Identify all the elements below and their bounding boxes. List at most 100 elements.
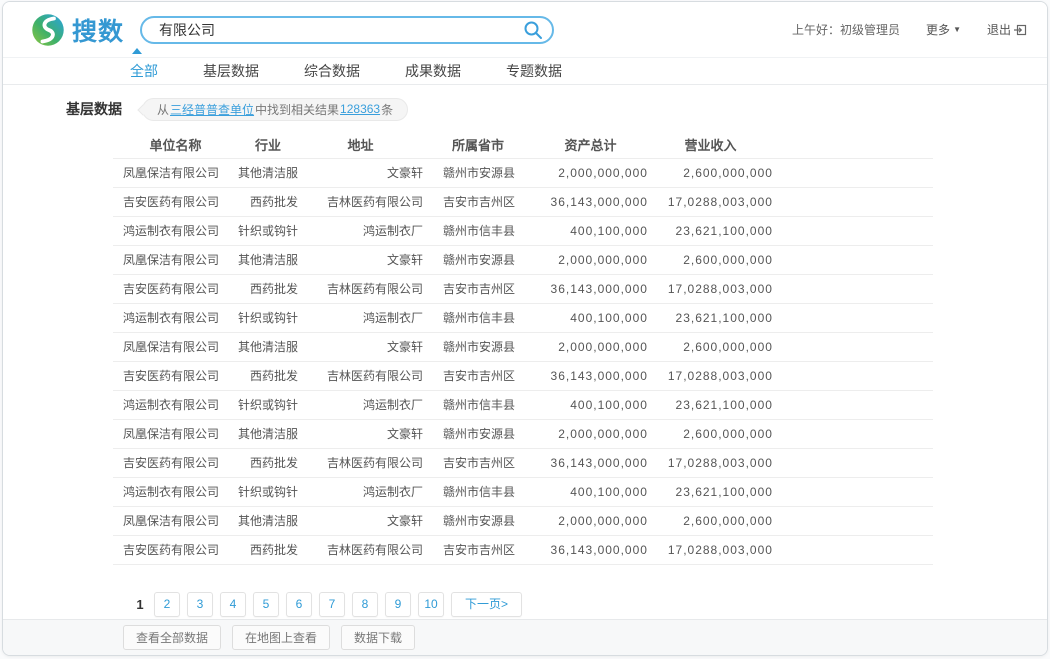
cell-address: 吉林医药有限公司 [298, 187, 423, 216]
cell-address: 鸿运制衣厂 [298, 477, 423, 506]
app-window: 搜数 上午好：初级管理员 更多 ▼ 退出 [2, 1, 1048, 656]
page-button-8[interactable]: 8 [352, 592, 378, 617]
cell-revenue: 17,0288,003,000 [648, 448, 773, 477]
cell-assets: 400,100,000 [533, 216, 648, 245]
cell-address: 鸿运制衣厂 [298, 303, 423, 332]
table-row[interactable]: 鸿运制衣有限公司针织或钩针鸿运制衣厂赣州市信丰县400,100,00023,62… [113, 216, 933, 245]
results-table: 单位名称行业地址所属省市资产总计营业收入 凤凰保洁有限公司其他清洁服文豪轩赣州市… [113, 131, 933, 565]
cell-unit-name: 凤凰保洁有限公司 [113, 245, 238, 274]
page-button-10[interactable]: 10 [418, 592, 444, 617]
page-button-7[interactable]: 7 [319, 592, 345, 617]
table-row[interactable]: 鸿运制衣有限公司针织或钩针鸿运制衣厂赣州市信丰县400,100,00023,62… [113, 303, 933, 332]
result-count-link[interactable]: 128363 [340, 102, 380, 116]
cell-industry: 西药批发 [238, 274, 298, 303]
cell-industry: 其他清洁服 [238, 158, 298, 187]
table-header-row: 单位名称行业地址所属省市资产总计营业收入 [113, 131, 933, 158]
results-table-body: 凤凰保洁有限公司其他清洁服文豪轩赣州市安源县2,000,000,0002,600… [113, 158, 933, 564]
table-row[interactable]: 鸿运制衣有限公司针织或钩针鸿运制衣厂赣州市信丰县400,100,00023,62… [113, 390, 933, 419]
cell-filler [773, 158, 933, 187]
table-row[interactable]: 凤凰保洁有限公司其他清洁服文豪轩赣州市安源县2,000,000,0002,600… [113, 419, 933, 448]
cell-region: 吉安市吉州区 [423, 448, 533, 477]
logout-icon [1014, 24, 1027, 36]
cell-address: 吉林医药有限公司 [298, 361, 423, 390]
header: 搜数 上午好：初级管理员 更多 ▼ 退出 [3, 2, 1047, 57]
page-button-9[interactable]: 9 [385, 592, 411, 617]
search-button[interactable] [523, 20, 543, 40]
cell-region: 赣州市信丰县 [423, 477, 533, 506]
cell-unit-name: 鸿运制衣有限公司 [113, 477, 238, 506]
cell-filler [773, 274, 933, 303]
cell-assets: 36,143,000,000 [533, 448, 648, 477]
cell-revenue: 17,0288,003,000 [648, 187, 773, 216]
next-page-button[interactable]: 下一页> [451, 592, 522, 617]
current-page: 1 [133, 597, 147, 612]
source-link[interactable]: 三经普普查单位 [170, 101, 254, 118]
cell-assets: 2,000,000,000 [533, 506, 648, 535]
table-row[interactable]: 吉安医药有限公司西药批发吉林医药有限公司吉安市吉州区36,143,000,000… [113, 361, 933, 390]
table-row[interactable]: 凤凰保洁有限公司其他清洁服文豪轩赣州市安源县2,000,000,0002,600… [113, 506, 933, 535]
result-summary: 从 三经普普查单位 中找到相关结果 128363 条 [142, 98, 408, 121]
footer-button-1[interactable]: 在地图上查看 [232, 625, 330, 650]
column-header: 地址 [298, 131, 423, 158]
cell-industry: 其他清洁服 [238, 506, 298, 535]
cell-region: 赣州市安源县 [423, 332, 533, 361]
cell-unit-name: 鸿运制衣有限公司 [113, 216, 238, 245]
chevron-down-icon: ▼ [953, 25, 961, 34]
cell-filler [773, 361, 933, 390]
page-button-5[interactable]: 5 [253, 592, 279, 617]
column-header: 所属省市 [423, 131, 533, 158]
tab-4[interactable]: 专题数据 [506, 57, 562, 85]
cell-revenue: 23,621,100,000 [648, 303, 773, 332]
cell-unit-name: 鸿运制衣有限公司 [113, 390, 238, 419]
table-row[interactable]: 吉安医药有限公司西药批发吉林医药有限公司吉安市吉州区36,143,000,000… [113, 274, 933, 303]
cell-filler [773, 390, 933, 419]
cell-unit-name: 凤凰保洁有限公司 [113, 419, 238, 448]
search-input[interactable] [140, 16, 554, 44]
cell-address: 鸿运制衣厂 [298, 390, 423, 419]
result-suffix: 条 [381, 101, 393, 118]
cell-filler [773, 216, 933, 245]
page-button-3[interactable]: 3 [187, 592, 213, 617]
page-button-4[interactable]: 4 [220, 592, 246, 617]
cell-region: 吉安市吉州区 [423, 361, 533, 390]
logo[interactable]: 搜数 [31, 12, 124, 48]
cell-unit-name: 吉安医药有限公司 [113, 274, 238, 303]
tab-1[interactable]: 基层数据 [203, 57, 259, 85]
cell-unit-name: 吉安医药有限公司 [113, 187, 238, 216]
cell-address: 吉林医药有限公司 [298, 274, 423, 303]
table-row[interactable]: 吉安医药有限公司西药批发吉林医药有限公司吉安市吉州区36,143,000,000… [113, 535, 933, 564]
table-row[interactable]: 凤凰保洁有限公司其他清洁服文豪轩赣州市安源县2,000,000,0002,600… [113, 332, 933, 361]
footer-button-2[interactable]: 数据下载 [341, 625, 415, 650]
cell-industry: 针织或钩针 [238, 477, 298, 506]
page-button-2[interactable]: 2 [154, 592, 180, 617]
page-button-6[interactable]: 6 [286, 592, 312, 617]
pill-notch [137, 104, 148, 115]
tab-2[interactable]: 综合数据 [304, 57, 360, 85]
footer-button-0[interactable]: 查看全部数据 [123, 625, 221, 650]
cell-address: 文豪轩 [298, 245, 423, 274]
cell-revenue: 23,621,100,000 [648, 390, 773, 419]
cell-unit-name: 吉安医药有限公司 [113, 448, 238, 477]
more-button[interactable]: 更多 ▼ [926, 21, 961, 38]
cell-assets: 2,000,000,000 [533, 419, 648, 448]
cell-revenue: 2,600,000,000 [648, 506, 773, 535]
cell-region: 赣州市信丰县 [423, 303, 533, 332]
table-row[interactable]: 凤凰保洁有限公司其他清洁服文豪轩赣州市安源县2,000,000,0002,600… [113, 158, 933, 187]
table-row[interactable]: 鸿运制衣有限公司针织或钩针鸿运制衣厂赣州市信丰县400,100,00023,62… [113, 477, 933, 506]
cell-industry: 其他清洁服 [238, 332, 298, 361]
cell-industry: 西药批发 [238, 187, 298, 216]
cell-industry: 西药批发 [238, 448, 298, 477]
result-prefix: 从 [157, 101, 169, 118]
table-row[interactable]: 吉安医药有限公司西药批发吉林医药有限公司吉安市吉州区36,143,000,000… [113, 187, 933, 216]
cell-industry: 针织或钩针 [238, 390, 298, 419]
table-row[interactable]: 吉安医药有限公司西药批发吉林医药有限公司吉安市吉州区36,143,000,000… [113, 448, 933, 477]
cell-assets: 36,143,000,000 [533, 535, 648, 564]
tab-0[interactable]: 全部 [130, 57, 158, 85]
cell-address: 吉林医药有限公司 [298, 448, 423, 477]
tab-3[interactable]: 成果数据 [405, 57, 461, 85]
cell-region: 吉安市吉州区 [423, 187, 533, 216]
logout-button[interactable]: 退出 [987, 21, 1027, 38]
table-row[interactable]: 凤凰保洁有限公司其他清洁服文豪轩赣州市安源县2,000,000,0002,600… [113, 245, 933, 274]
cell-region: 赣州市安源县 [423, 506, 533, 535]
cell-revenue: 2,600,000,000 [648, 332, 773, 361]
